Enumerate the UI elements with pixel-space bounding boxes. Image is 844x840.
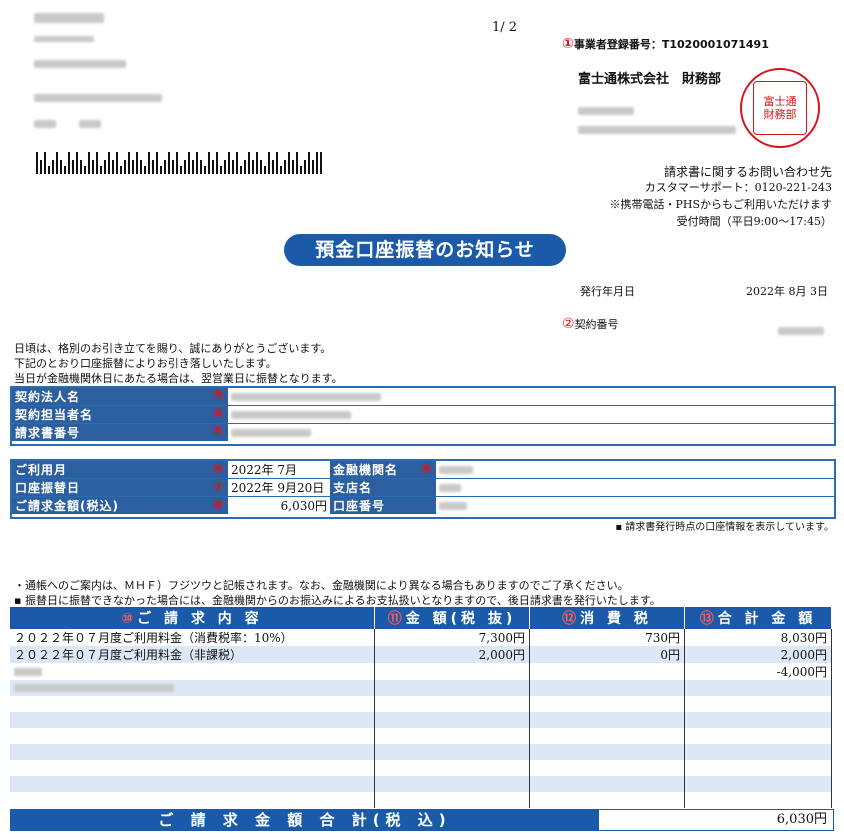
contract-number-value: [778, 320, 824, 339]
transfer-date-label: 口座振替日: [15, 481, 81, 495]
contract-person-row: 契約担当者名 ④: [12, 405, 834, 424]
issue-date: 2022年 8月 3日: [746, 285, 828, 298]
billing-table: ⑩ご 請 求 内 容 ⑪金 額(税 抜) ⑫消 費 税 ⑬合 計 金 額 ２０２…: [10, 607, 832, 808]
company-seal-stamp: 富士通 財務部: [740, 68, 820, 148]
row-description-redacted: [10, 680, 375, 696]
marker-8: ⑧: [212, 497, 225, 513]
marker-12: ⑫: [562, 611, 581, 627]
intro-line-1: 日頃は、格別のお引き立てを賜り、誠にありがとうございます。: [14, 342, 332, 355]
usage-month-value: 2022年 7月: [228, 461, 330, 479]
marker-4: ④: [212, 406, 225, 422]
postal-barcode: [36, 152, 348, 174]
registration-marker: ①: [562, 36, 574, 52]
row-description-redacted: [10, 663, 375, 680]
row-amount: 2,000円: [374, 646, 530, 663]
document-title-banner: 預金口座振替のお知らせ: [284, 234, 566, 266]
invoice-number-row: 請求書番号 ⑤: [12, 423, 834, 441]
branch-label: 支店名: [330, 478, 436, 497]
issue-date-label: 発行年月日: [580, 285, 635, 298]
header-amount: 金 額(税 抜): [405, 611, 517, 627]
marker-6: ⑥: [212, 461, 225, 477]
marker-13: ⑬: [699, 611, 718, 627]
contact-phone: カスタマーサポート：0120-221-243: [644, 181, 832, 194]
grand-total-label: ご 請 求 金 額 合 計(税 込): [11, 810, 599, 830]
recipient-address: [34, 8, 162, 132]
usage-month-label: ご利用月: [15, 463, 68, 477]
contract-info-box: 契約法人名 ③ 契約担当者名 ④ 請求書番号 ⑤: [10, 386, 836, 446]
marker-7: ⑦: [212, 479, 225, 495]
amount-row: ご請求金額(税込) ⑧ 6,030円 口座番号: [12, 496, 834, 514]
registration-number: 事業者登録番号：T1020001071491: [573, 38, 769, 51]
row-total: 2,000円: [684, 646, 832, 663]
contract-corp-label: 契約法人名: [15, 390, 81, 404]
intro-line-3: 当日が金融機関休日にあたる場合は、翌営業日に振替となります。: [14, 372, 343, 385]
payment-info-box: ご利用月 ⑥ 2022年 7月 金融機関名 ⑨ 口座振替日 ⑦ 2022年 9月20日…: [10, 459, 836, 519]
contract-person-label: 契約担当者名: [15, 408, 94, 422]
table-row: [10, 712, 832, 728]
row-tax: 0円: [529, 646, 685, 663]
billing-table-header: ⑩ご 請 求 内 容 ⑪金 額(税 抜) ⑫消 費 税 ⑬合 計 金 額: [10, 607, 832, 629]
contract-corp-row: 契約法人名 ③: [12, 388, 834, 406]
table-row: [10, 776, 832, 792]
account-info-note: ▪ 請求書発行時点の口座情報を表示しています。: [615, 522, 834, 533]
account-number-label: 口座番号: [330, 496, 436, 514]
page-number: 1/ 2: [492, 20, 518, 35]
registration-row: ①事業者登録番号：T1020001071491: [562, 36, 769, 52]
contract-number-row: ②契約番号: [562, 316, 619, 332]
row-amount: 7,300円: [374, 629, 530, 646]
table-row: [10, 760, 832, 776]
company-name: 富士通株式会社 財務部: [578, 72, 722, 87]
intro-text: 日頃は、格別のお引き立てを賜り、誠にありがとうございます。 下記のとおり口座振替…: [14, 341, 343, 386]
table-row: [10, 696, 832, 712]
usage-month-row: ご利用月 ⑥ 2022年 7月 金融機関名 ⑨: [12, 461, 834, 479]
row-description: ２０２２年０７月度ご利用料金（消費税率：10%）: [10, 629, 375, 646]
header-description: ご 請 求 内 容: [137, 611, 263, 627]
marker-11: ⑪: [387, 611, 406, 627]
intro-line-2: 下記のとおり口座振替によりお引き落しいたします。: [14, 357, 277, 370]
marker-3: ③: [212, 388, 225, 404]
header-tax: 消 費 税: [580, 611, 652, 627]
row-total: 8,030円: [684, 629, 832, 646]
marker-5: ⑤: [212, 424, 225, 440]
contact-hours: 受付時間（平日9:00〜17:45）: [676, 215, 832, 228]
table-row: [10, 728, 832, 744]
invoice-number-label: 請求書番号: [15, 426, 81, 440]
company-address: [578, 100, 736, 138]
passbook-note: ・通帳へのご案内は、ＭＨＦ）フジツウと記帳されます。なお、金融機関により異なる場…: [14, 579, 629, 592]
header-total: 合 計 金 額: [717, 611, 817, 627]
contract-marker: ②: [562, 316, 575, 332]
table-row: ２０２２年０７月度ご利用料金（非課税） 2,000円 0円 2,000円: [10, 646, 832, 663]
table-row: -4,000円: [10, 663, 832, 680]
row-description: ２０２２年０７月度ご利用料金（非課税）: [10, 646, 375, 663]
grand-total-row: ご 請 求 金 額 合 計(税 込) 6,030円: [10, 809, 834, 831]
transfer-date-row: 口座振替日 ⑦ 2022年 9月20日 支店名: [12, 478, 834, 497]
contact-title: 請求書に関するお問い合わせ先: [663, 165, 832, 179]
marker-9: ⑨: [420, 461, 433, 477]
failed-transfer-note: ▪ 振替日に振替できなかった場合には、金融機関からのお振込みによるお支払扱いとな…: [14, 594, 661, 607]
grand-total-value: 6,030円: [776, 812, 827, 827]
contact-mobile-note: ※携帯電話・PHSからもご利用いただけます: [609, 198, 832, 211]
table-row: ２０２２年０７月度ご利用料金（消費税率：10%） 7,300円 730円 8,0…: [10, 629, 832, 646]
transfer-date-value: 2022年 9月20日: [228, 478, 330, 497]
table-row: [10, 792, 832, 808]
row-tax: 730円: [529, 629, 685, 646]
amount-label: ご請求金額(税込): [15, 499, 119, 513]
row-total: -4,000円: [684, 663, 832, 680]
table-row: [10, 744, 832, 760]
bank-name-label: 金融機関名: [333, 463, 399, 477]
marker-10: ⑩: [121, 611, 138, 627]
table-row: [10, 680, 832, 696]
amount-value: 6,030円: [228, 496, 330, 514]
contract-number-label: 契約番号: [574, 318, 619, 331]
